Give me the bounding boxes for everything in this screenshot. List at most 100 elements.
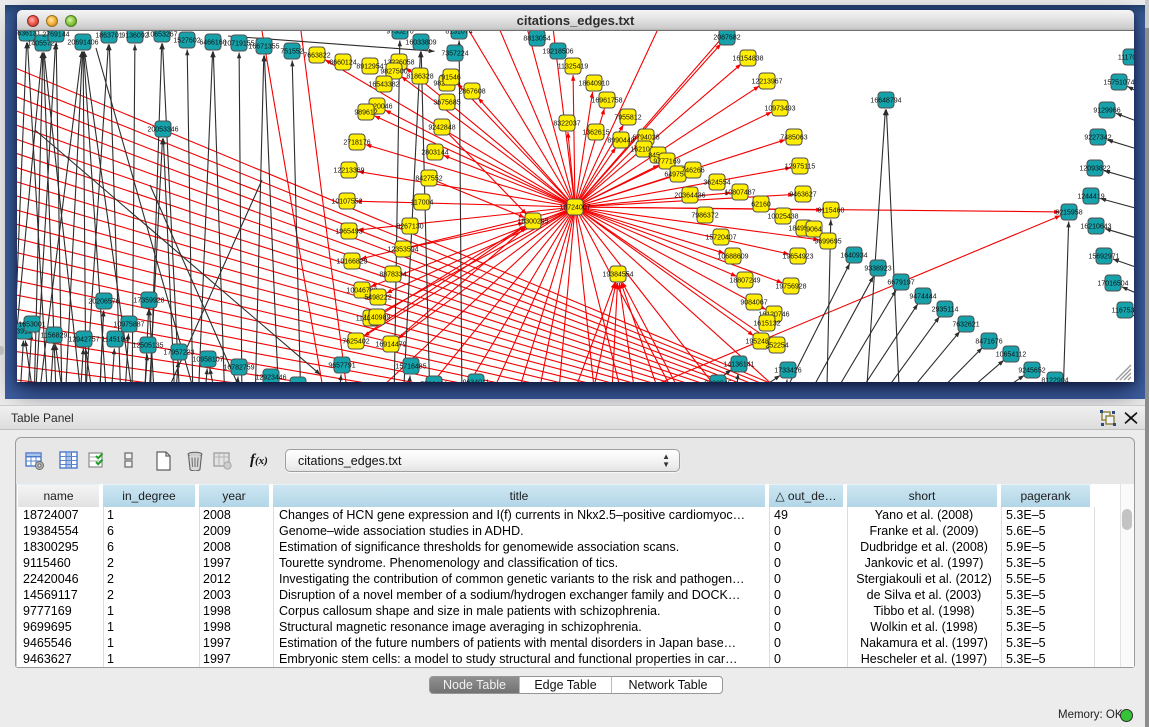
svg-text:8215958: 8215958 <box>1055 209 1082 216</box>
svg-text:12942757: 12942757 <box>68 336 99 343</box>
svg-text:1167534: 1167534 <box>1112 307 1134 314</box>
svg-text:16782759: 16782759 <box>223 364 254 371</box>
svg-text:9084067: 9084067 <box>740 299 767 306</box>
svg-text:751552: 751552 <box>280 48 303 55</box>
svg-text:7357224: 7357224 <box>441 50 468 57</box>
svg-text:8427552: 8427552 <box>415 175 442 182</box>
svg-text:1145194: 1145194 <box>102 336 129 343</box>
svg-text:1362615: 1362615 <box>582 129 609 136</box>
svg-text:8471676: 8471676 <box>975 338 1002 345</box>
svg-text:252254: 252254 <box>765 342 788 349</box>
svg-text:12975115: 12975115 <box>785 163 816 170</box>
svg-text:5498222: 5498222 <box>364 294 391 301</box>
svg-text:9735270: 9735270 <box>386 31 413 35</box>
svg-text:18724007: 18724007 <box>559 204 590 211</box>
svg-text:1156829: 1156829 <box>41 332 68 339</box>
svg-text:8186328: 8186328 <box>406 73 433 80</box>
svg-text:7733426: 7733426 <box>420 381 447 382</box>
svg-text:9129966: 9129966 <box>1093 107 1120 114</box>
svg-text:7955812: 7955812 <box>614 114 641 121</box>
svg-text:9136092: 9136092 <box>121 32 148 39</box>
svg-text:10807487: 10807487 <box>724 189 755 196</box>
svg-text:8131074: 8131074 <box>445 31 472 35</box>
svg-text:12213369: 12213369 <box>333 167 364 174</box>
svg-text:2867608: 2867608 <box>458 88 485 95</box>
svg-text:18300295: 18300295 <box>517 218 548 225</box>
svg-text:9064: 9064 <box>806 226 822 233</box>
svg-text:746266: 746266 <box>681 167 704 174</box>
svg-text:12093822: 12093822 <box>1079 165 1110 172</box>
svg-text:20206576: 20206576 <box>88 298 119 305</box>
svg-text:11325419: 11325419 <box>558 63 589 70</box>
svg-text:16648794: 16648794 <box>870 97 901 104</box>
svg-text:2803144: 2803144 <box>421 149 448 156</box>
svg-text:19756928: 19756928 <box>775 283 806 290</box>
svg-text:15716485: 15716485 <box>395 363 426 370</box>
svg-text:7632621: 7632621 <box>952 321 979 328</box>
svg-text:8322037: 8322037 <box>553 120 580 127</box>
svg-text:9474444: 9474444 <box>909 293 936 300</box>
svg-text:10973493: 10973493 <box>764 105 795 112</box>
svg-text:7485063: 7485063 <box>780 134 807 141</box>
svg-text:10107552: 10107552 <box>331 198 362 205</box>
svg-text:19654923: 19654923 <box>782 253 813 260</box>
svg-text:8660124: 8660124 <box>329 59 356 66</box>
svg-text:7986372: 7986372 <box>691 212 718 219</box>
svg-text:2718176: 2718176 <box>343 139 370 146</box>
svg-text:16671355: 16671355 <box>248 43 279 50</box>
svg-text:117004: 117004 <box>411 199 434 206</box>
svg-text:1527602: 1527602 <box>173 37 200 44</box>
svg-text:16961758: 16961758 <box>591 97 622 104</box>
svg-text:1653001: 1653001 <box>18 321 45 328</box>
svg-text:1244419: 1244419 <box>1077 193 1104 200</box>
svg-text:17957223: 17957223 <box>163 349 194 356</box>
svg-text:20053346: 20053346 <box>147 126 178 133</box>
svg-text:1117035: 1117035 <box>1118 54 1134 61</box>
svg-text:9242848: 9242848 <box>428 124 455 131</box>
svg-text:19218506: 19218506 <box>542 48 573 55</box>
svg-text:1965493: 1965493 <box>335 228 362 235</box>
svg-text:12213967: 12213967 <box>751 78 782 85</box>
svg-text:62160: 62160 <box>751 201 771 208</box>
svg-text:8990448: 8990448 <box>607 137 634 144</box>
svg-text:20691406: 20691406 <box>67 39 98 46</box>
svg-text:9338923: 9338923 <box>864 265 891 272</box>
svg-text:9227342: 9227342 <box>1084 134 1111 141</box>
svg-text:91546: 91546 <box>441 74 461 81</box>
svg-text:8813054: 8813054 <box>523 35 550 42</box>
svg-text:20364436: 20364436 <box>674 192 705 199</box>
svg-text:2935114: 2935114 <box>932 306 959 313</box>
svg-text:16033809: 16033809 <box>405 39 436 46</box>
svg-text:18807249: 18807249 <box>729 277 760 284</box>
svg-text:17359928: 17359928 <box>133 297 164 304</box>
svg-text:1733426: 1733426 <box>774 367 801 374</box>
svg-text:6679197: 6679197 <box>887 279 914 286</box>
svg-text:19166829: 19166829 <box>336 258 367 265</box>
svg-text:3675685: 3675685 <box>433 99 460 106</box>
svg-text:9634011: 9634011 <box>463 379 490 382</box>
svg-text:16543382: 16543382 <box>368 81 399 88</box>
svg-text:16210643: 16210643 <box>1080 223 1111 230</box>
svg-text:10025438: 10025438 <box>767 213 798 220</box>
svg-text:10688609: 10688609 <box>717 253 748 260</box>
svg-text:9699695: 9699695 <box>814 238 841 245</box>
svg-text:9827500: 9827500 <box>380 68 407 75</box>
svg-text:1615132: 1615132 <box>753 320 780 327</box>
svg-text:12353594: 12353594 <box>387 246 418 253</box>
svg-text:9657791: 9657791 <box>328 362 355 369</box>
svg-text:15692971: 15692971 <box>1088 253 1119 260</box>
svg-text:10958107: 10958107 <box>192 356 223 363</box>
svg-text:10654112: 10654112 <box>996 351 1027 358</box>
svg-text:1140989: 1140989 <box>364 314 391 321</box>
svg-text:7625402: 7625402 <box>342 338 369 345</box>
svg-text:12923446: 12923446 <box>255 374 286 381</box>
svg-text:2769144: 2769144 <box>42 31 69 38</box>
svg-text:8878334: 8878334 <box>379 271 406 278</box>
svg-text:19384554: 19384554 <box>602 271 633 278</box>
svg-text:9245652: 9245652 <box>1018 367 1045 374</box>
svg-text:9463627: 9463627 <box>789 191 816 198</box>
svg-text:10975887: 10975887 <box>113 321 144 328</box>
svg-text:15751074: 15751074 <box>1103 79 1134 86</box>
svg-text:9092345: 9092345 <box>704 380 731 382</box>
svg-text:1640934: 1640934 <box>840 252 867 259</box>
